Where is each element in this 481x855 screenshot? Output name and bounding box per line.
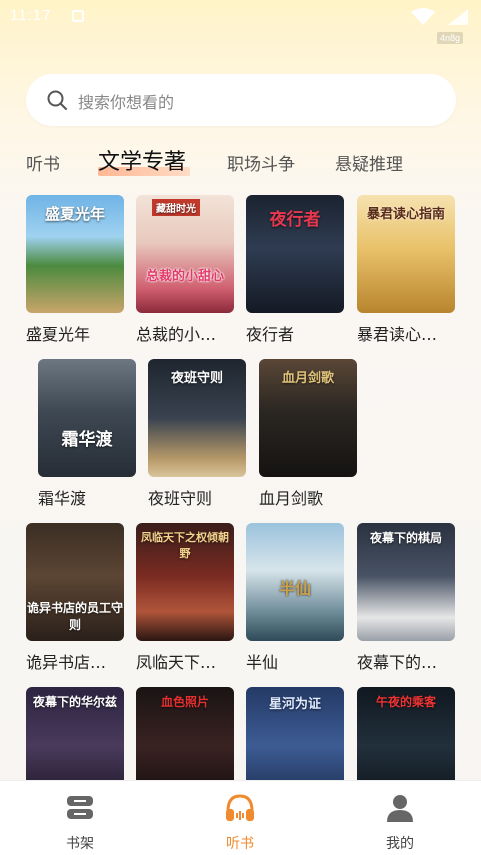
search-icon — [47, 90, 67, 110]
cover-title: 夜幕下的华尔兹 — [32, 695, 117, 709]
book-item[interactable]: 藏甜时光 总裁的小甜心 总裁的小… — [136, 195, 234, 345]
cover-title: 血月剑歌 — [281, 371, 334, 386]
book-cover[interactable]: 霜华渡 — [38, 359, 136, 477]
cover-title: 总裁的小甜心 — [145, 269, 224, 284]
cover-title: 暴君读心指南 — [366, 207, 445, 222]
tab-mystery[interactable]: 悬疑推理 — [335, 150, 403, 175]
bottom-nav: 书架 听书 我的 — [0, 780, 481, 855]
bookshelf-icon — [67, 796, 93, 819]
cover-title: 夜行者 — [269, 210, 321, 230]
nav-bookshelf[interactable]: 书架 — [40, 791, 120, 853]
nav-label: 我的 — [386, 836, 414, 852]
tab-listen[interactable]: 听书 — [26, 150, 60, 175]
cover-title: 午夜的乘客 — [375, 695, 436, 709]
nav-listen[interactable]: 听书 — [200, 791, 280, 853]
cover-title: 夜幕下的棋局 — [369, 531, 442, 545]
search-input[interactable]: 搜索你想看的 — [26, 74, 456, 126]
cover-title: 星河为证 — [268, 697, 321, 712]
cover-top-label: 藏甜时光 — [152, 199, 200, 216]
status-time: 11:17 — [10, 7, 52, 24]
book-title: 凤临天下… — [136, 653, 217, 672]
cover-title: 盛夏光年 — [44, 205, 105, 223]
cover-title: 半仙 — [278, 579, 311, 598]
book-cover[interactable]: 盛夏光年 — [26, 195, 124, 313]
book-item[interactable]: 霜华渡 霜华渡 — [38, 359, 136, 509]
cover-title: 凤临天下之权倾朝野 — [141, 531, 229, 560]
cover-title: 夜班守则 — [170, 371, 223, 386]
book-title: 霜华渡 — [38, 489, 87, 508]
book-cover[interactable]: 血月剑歌 — [259, 359, 357, 477]
book-cover[interactable]: 夜班守则 — [148, 359, 246, 477]
nav-label: 听书 — [226, 836, 254, 852]
book-cover[interactable]: 夜幕下的棋局 — [357, 523, 455, 641]
book-item[interactable]: 暴君读心指南 暴君读心… — [357, 195, 455, 345]
book-title: 血月剑歌 — [259, 489, 324, 508]
net-speed: 4n8g — [437, 32, 464, 44]
profile-icon — [387, 795, 413, 822]
book-item[interactable]: 凤临天下之权倾朝野 凤临天下… — [136, 523, 234, 673]
cover-title: 霜华渡 — [61, 430, 113, 450]
tab-workplace[interactable]: 职场斗争 — [227, 150, 295, 175]
tab-literature[interactable]: 文学专著 — [98, 144, 186, 176]
book-cover[interactable]: 半仙 — [246, 523, 344, 641]
book-item[interactable]: 盛夏光年 盛夏光年 — [26, 195, 124, 345]
nav-label: 书架 — [66, 836, 94, 852]
book-title: 诡异书店… — [26, 653, 107, 672]
search-placeholder: 搜索你想看的 — [78, 93, 175, 112]
book-title: 半仙 — [246, 653, 279, 672]
book-title: 暴君读心… — [357, 325, 438, 344]
book-cover[interactable]: 暴君读心指南 — [357, 195, 455, 313]
wifi-icon — [411, 8, 435, 25]
book-item[interactable]: 夜行者 夜行者 — [246, 195, 344, 345]
book-cover[interactable]: 凤临天下之权倾朝野 — [136, 523, 234, 641]
signal-icon — [448, 9, 468, 25]
book-title: 夜幕下的… — [357, 653, 438, 672]
nav-profile[interactable]: 我的 — [360, 791, 440, 853]
book-item[interactable]: 诡异书店的员工守则 诡异书店… — [26, 523, 124, 673]
category-tabs: 听书 文学专著 职场斗争 悬疑推理 — [0, 140, 481, 184]
book-item[interactable]: 夜幕下的棋局 夜幕下的… — [357, 523, 455, 673]
status-bar: 11:17 4n8g — [0, 0, 481, 44]
book-item[interactable]: 半仙 半仙 — [246, 523, 344, 673]
book-cover[interactable]: 夜行者 — [246, 195, 344, 313]
book-item[interactable]: 夜班守则 夜班守则 — [148, 359, 246, 509]
book-item[interactable]: 血月剑歌 血月剑歌 — [259, 359, 357, 509]
cover-title: 血色照片 — [160, 695, 209, 709]
book-title: 夜行者 — [246, 325, 295, 344]
book-title: 夜班守则 — [148, 489, 213, 508]
cover-title: 诡异书店的员工守则 — [26, 601, 123, 632]
book-title: 总裁的小… — [136, 325, 217, 344]
book-cover[interactable]: 诡异书店的员工守则 — [26, 523, 124, 641]
book-title: 盛夏光年 — [26, 325, 91, 344]
headphones-icon — [226, 794, 254, 821]
notification-icon — [72, 10, 84, 22]
book-cover[interactable]: 藏甜时光 总裁的小甜心 — [136, 195, 234, 313]
